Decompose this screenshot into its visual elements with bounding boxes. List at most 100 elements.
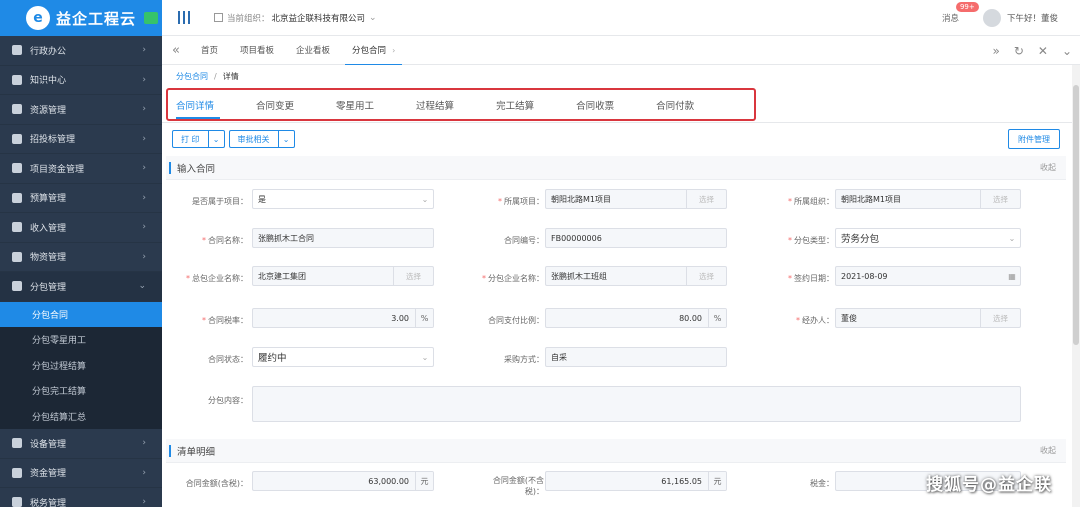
chevron-down-icon[interactable]: ⌄ [369, 13, 377, 23]
label-sign-date: * 签约日期： [788, 274, 834, 283]
chevron-down-icon: ⌄ [421, 352, 429, 362]
chevron-right-icon: › [142, 74, 146, 85]
logo-text: 益企工程云 [56, 9, 137, 28]
tabs-tools: » ↻ ✕ ⌄ [992, 36, 1072, 65]
label-handler: * 经办人： [796, 316, 834, 325]
sidebar-subitem-completion-settlement[interactable]: 分包完工结算 [0, 378, 162, 404]
chevron-right-icon: › [142, 133, 146, 144]
select-handler-button[interactable]: 选择 [980, 309, 1020, 327]
tab-odd-labor[interactable]: 零星用工 [328, 90, 394, 119]
yuan-suffix: 元 [708, 472, 726, 490]
scrollbar-thumb[interactable] [1073, 85, 1079, 345]
sidebar-item-knowledge[interactable]: 知识中心 › [0, 66, 162, 95]
amount-tax-input[interactable]: 63,000.00 元 [252, 471, 434, 491]
tab-contract-details[interactable]: 合同详情 [168, 90, 234, 119]
label-org: * 所属组织： [788, 197, 834, 206]
sidebar-item-income[interactable]: 收入管理 › [0, 213, 162, 243]
menu-toggle-icon[interactable] [144, 12, 158, 24]
double-chevron-right-icon[interactable]: » [992, 44, 999, 58]
org-field[interactable]: 朝阳北路M1项目 选择 [835, 189, 1021, 209]
sidebar-subitem-process-settlement[interactable]: 分包过程结算 [0, 353, 162, 379]
label-tax-rate: * 合同税率： [202, 316, 248, 325]
tab-enterprise-board[interactable]: 企业看板 [285, 36, 341, 65]
collapse-sidebar-icon[interactable] [178, 11, 192, 24]
select-general-contractor-button[interactable]: 选择 [393, 267, 433, 285]
section-collapse-link[interactable]: 收起 [1040, 162, 1056, 173]
print-button[interactable]: 打 印 [173, 131, 208, 147]
sidebar-subitem-contract[interactable]: 分包合同 [0, 301, 162, 327]
tab-contract-payment[interactable]: 合同付款 [648, 90, 714, 119]
tab-process-settlement[interactable]: 过程结算 [408, 90, 474, 119]
tab-completion-settlement[interactable]: 完工结算 [488, 90, 554, 119]
sidebar-item-funds[interactable]: 资金管理 › [0, 459, 162, 488]
sidebar-item-equipment[interactable]: 设备管理 › [0, 429, 162, 459]
chevron-right-icon: › [142, 45, 146, 55]
chevron-down-icon[interactable]: ⌄ [277, 131, 294, 147]
pay-ratio-input[interactable]: 80.00 % [545, 308, 727, 328]
section-collapse-link[interactable]: 收起 [1040, 445, 1056, 456]
amount-notax-input[interactable]: 61,165.05 元 [545, 471, 727, 491]
messages-link[interactable]: 消息 99+ [942, 2, 979, 24]
content-textarea[interactable] [252, 386, 1021, 422]
attachments-button[interactable]: 附件管理 [1008, 129, 1060, 149]
contract-no-input[interactable]: FB00000006 [545, 228, 727, 248]
chevron-right-icon: › [142, 104, 146, 114]
chevron-right-icon: › [142, 467, 146, 478]
chevron-down-icon: ⌄ [138, 281, 146, 291]
purchase-input[interactable]: 自采 [545, 347, 727, 367]
tab-home[interactable]: 首页 [190, 36, 229, 65]
sidebar-item-admin[interactable]: 行政办公 › [0, 36, 162, 66]
sidebar-item-bidding[interactable]: 招投标管理 › [0, 125, 162, 154]
label-sub-type: * 分包类型： [788, 236, 834, 245]
device-icon [12, 438, 22, 449]
sidebar-subitem-odd-labor[interactable]: 分包零星用工 [0, 327, 162, 353]
sidebar-item-materials[interactable]: 物资管理 › [0, 243, 162, 272]
percent-suffix: % [415, 309, 433, 327]
belongs-project-select[interactable]: 是 ⌄ [252, 189, 434, 209]
logo[interactable]: e 益企工程云 [0, 0, 162, 36]
refresh-icon[interactable]: ↻ [1014, 44, 1024, 58]
chevron-down-icon[interactable]: ⌄ [1062, 44, 1072, 58]
tax-rate-input[interactable]: 3.00 % [252, 308, 434, 328]
sidebar-item-subcontract[interactable]: 分包管理 ⌄ [0, 272, 162, 302]
sub-contractor-field[interactable]: 张鹏抓木工班组 选择 [545, 266, 727, 286]
select-org-button[interactable]: 选择 [980, 190, 1020, 208]
sidebar-item-budget[interactable]: 预算管理 › [0, 184, 162, 213]
sidebar-subitem-settlement-summary[interactable]: 分包结算汇总 [0, 404, 162, 430]
chevron-right-icon: › [142, 251, 146, 262]
calculator-icon [12, 192, 22, 203]
approval-button[interactable]: 审批相关 [230, 131, 278, 147]
general-contractor-field[interactable]: 北京建工集团 选择 [252, 266, 434, 286]
sub-type-select[interactable]: 劳务分包 ⌄ [835, 228, 1021, 248]
breadcrumb-parent[interactable]: 分包合同 [176, 71, 208, 82]
section-accent-bar [169, 161, 171, 174]
calendar-icon[interactable]: ▦ [1004, 272, 1020, 281]
contract-name-input[interactable]: 张鹏抓木工合同 [252, 228, 434, 248]
sidebar-item-resources[interactable]: 资源管理 › [0, 95, 162, 125]
tab-contract-invoice[interactable]: 合同收票 [568, 90, 634, 119]
user-greeting[interactable]: 下午好！董俊 [1007, 12, 1058, 24]
select-project-button[interactable]: 选择 [686, 190, 726, 208]
card-icon [12, 163, 22, 174]
project-field[interactable]: 朝阳北路M1项目 选择 [545, 189, 727, 209]
handler-field[interactable]: 董俊 选择 [835, 308, 1021, 328]
double-chevron-left-icon[interactable]: « [162, 43, 190, 58]
avatar[interactable] [982, 9, 1001, 27]
sign-date-input[interactable]: 2021-08-09 ▦ [835, 266, 1021, 286]
status-select[interactable]: 履约中 ⌄ [252, 347, 434, 367]
chevron-down-icon[interactable]: ⌄ [207, 131, 224, 147]
tab-project-board[interactable]: 项目看板 [229, 36, 285, 65]
sidebar-item-project-funds[interactable]: 项目资金管理 › [0, 154, 162, 184]
top-right-area: 消息 99+ 下午好！董俊 [942, 0, 1058, 36]
sidebar-item-tax[interactable]: 税务管理 › [0, 488, 162, 507]
briefcase-icon [12, 133, 22, 144]
close-icon[interactable]: ✕ [1038, 44, 1048, 58]
vertical-scrollbar[interactable] [1072, 65, 1080, 507]
close-icon[interactable]: › [392, 46, 395, 55]
label-contract-name: * 合同名称： [202, 236, 248, 245]
org-selector[interactable]: 北京益企联科技有限公司 [272, 12, 366, 24]
section-title: 清单明细 [177, 446, 216, 458]
tab-subcontract[interactable]: 分包合同 › [341, 36, 406, 66]
tab-contract-change[interactable]: 合同变更 [248, 90, 314, 119]
select-sub-contractor-button[interactable]: 选择 [686, 267, 726, 285]
